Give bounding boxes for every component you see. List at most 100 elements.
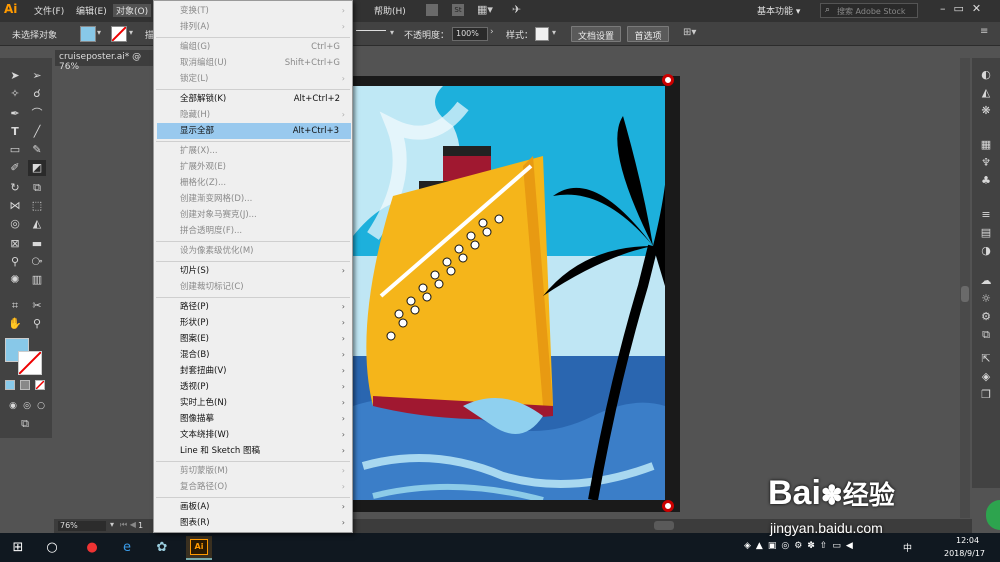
type-tool-icon[interactable]: T [6,124,24,140]
menu-item[interactable]: 排列(A) › [154,19,352,35]
chevron-down-icon[interactable]: ▾ [390,28,394,37]
menu-item[interactable]: 图表(R) › [154,515,352,531]
arrange-documents-icon[interactable]: ▦▾ [477,3,493,16]
links-icon[interactable]: ❐ [978,388,994,402]
chevron-down-icon[interactable]: ▾ [110,520,114,529]
rectangle-tool-icon[interactable]: ▭ [6,142,24,158]
zoom-field[interactable]: 76% [58,521,106,531]
libraries-icon[interactable]: ☁ [978,274,994,288]
chevron-down-icon[interactable]: ▾ [129,28,133,37]
artboard-tool-icon[interactable]: ⌗ [6,298,24,314]
color-mode-icon[interactable] [5,380,15,390]
stroke-icon[interactable]: ≡ [978,208,994,222]
menu-item[interactable]: 图像描摹 › [154,411,352,427]
line-tool-icon[interactable]: ╱ [28,124,46,140]
gradient-icon[interactable]: ▤ [978,226,994,240]
edge-icon[interactable]: e [117,538,137,558]
menu-item[interactable]: 扩展(X)... [154,143,352,159]
magic-wand-icon[interactable]: ✧ [6,86,24,102]
menu-object[interactable]: 对象(O) [113,4,152,17]
image-trace-icon[interactable]: ⚙ [978,310,994,324]
page-number[interactable]: 1 [138,521,143,530]
menu-item[interactable]: 变换(T) › [154,3,352,19]
symbols-icon[interactable]: ♣ [978,174,994,188]
menu-item[interactable]: 全部解锁(K) Alt+Ctrl+2 [154,91,352,107]
zoom-tool-icon[interactable]: ⚲ [28,316,46,332]
menu-item[interactable]: 透视(P) › [154,379,352,395]
shape-builder-icon[interactable]: ◎ [6,216,24,232]
preferences-button[interactable]: 首选项 [627,26,669,42]
hand-tool-icon[interactable]: ✋ [6,316,24,332]
menu-item[interactable]: 剪切蒙版(M) › [154,463,352,479]
stock-icon[interactable]: St [452,4,464,16]
corner-handle[interactable] [662,500,674,512]
align-icon[interactable]: ⊞▾ [683,27,696,38]
none-mode-icon[interactable] [35,380,45,390]
paint-icon[interactable]: ✿ [152,538,172,558]
workspace-switcher[interactable]: 基本功能 ▾ [757,4,800,17]
rotate-tool-icon[interactable]: ↻ [6,180,24,196]
menu-item[interactable]: 锁定(L) › [154,71,352,87]
app-qq-icon[interactable]: ● [82,538,102,558]
curvature-tool-icon[interactable]: ⌒ [28,106,46,122]
taskbar-illustrator[interactable]: Ai [186,536,212,560]
menu-item[interactable]: 拼合透明度(F)... [154,223,352,239]
graph-tool-icon[interactable]: ▥ [28,272,46,288]
stock-search-field[interactable]: ⌕ 搜索 Adobe Stock [820,3,918,18]
menu-item[interactable]: 实时上色(N) › [154,395,352,411]
windows-start-icon[interactable]: ⊞ [8,538,28,558]
gpu-icon[interactable]: ✈ [512,3,521,16]
chevron-down-icon[interactable]: ▾ [552,28,556,37]
shaper-tool-icon[interactable]: ✐ [6,160,24,176]
pencil-tool-icon[interactable]: ✎ [28,142,46,158]
chevron-down-icon[interactable]: ▾ [97,28,101,37]
direct-selection-tool-icon[interactable]: ➢ [28,68,46,84]
color-panel-icon[interactable]: ◐ [978,68,994,82]
free-transform-icon[interactable]: ⬚ [28,198,46,214]
pen-tool-icon[interactable]: ✒ [6,106,24,122]
menu-item[interactable]: 隐藏(H) › [154,107,352,123]
width-tool-icon[interactable]: ⋈ [6,198,24,214]
opacity-field[interactable]: 100% [452,27,488,41]
stroke-swatch[interactable] [111,26,127,42]
window-controls[interactable]: –▭✕ [940,2,1000,18]
transparency-icon[interactable]: ◑ [978,244,994,258]
export-icon[interactable]: ⇱ [978,352,994,366]
first-page-icon[interactable]: ⏮ ◀ [120,520,136,530]
perspective-grid-icon[interactable]: ◭ [28,216,46,232]
selection-tool-icon[interactable]: ➤ [6,68,24,84]
menu-item[interactable]: 取消编组(U) Shift+Ctrl+G [154,55,352,71]
appearance-icon[interactable]: ❋ [978,104,994,118]
lasso-icon[interactable]: ☌ [28,86,46,102]
eraser-tool-icon[interactable]: ◩ [28,160,46,176]
menu-item[interactable]: 创建裁切标记(C) [154,279,352,295]
swatches-icon[interactable]: ▦ [978,138,994,152]
system-tray-icons[interactable]: ◈▲▣◎⚙✽⇧▭◀ [744,541,858,551]
eyedropper-icon[interactable]: ⚲ [6,254,24,270]
menu-item[interactable]: 形状(P) › [154,315,352,331]
artboards-icon[interactable]: ⧉ [978,328,994,342]
menu-item[interactable]: 创建渐变网格(D)... [154,191,352,207]
menu-item[interactable]: 显示全部 Alt+Ctrl+3 [157,123,351,139]
menu-item[interactable]: 创建对象马赛克(J)... [154,207,352,223]
chevron-right-icon[interactable]: › [490,27,494,37]
menu-item[interactable]: 路径(P) › [154,299,352,315]
menu-item[interactable]: 切片(S) › [154,263,352,279]
scale-tool-icon[interactable]: ⧉ [28,180,46,196]
menu-item[interactable]: 画板(A) › [154,499,352,515]
cruise-poster-artwork[interactable] [353,86,665,500]
vertical-scrollbar[interactable] [960,58,970,518]
ime-indicator[interactable]: 中 [903,541,912,554]
corner-handle[interactable] [662,74,674,86]
mesh-tool-icon[interactable]: ⊠ [6,236,24,252]
side-float-badge[interactable] [986,500,1000,530]
fill-swatch[interactable] [80,26,96,42]
style-swatch[interactable] [535,27,549,41]
brushes-icon[interactable]: ♆ [978,156,994,170]
blend-tool-icon[interactable]: ⧂ [28,254,46,270]
color-guide-icon[interactable]: ◭ [978,86,994,100]
menu-file[interactable]: 文件(F) [34,4,64,17]
menu-item[interactable]: 编组(G) Ctrl+G [154,39,352,55]
document-setup-button[interactable]: 文档设置 [571,26,621,42]
screen-mode-icon[interactable]: ⧉ [16,416,34,432]
